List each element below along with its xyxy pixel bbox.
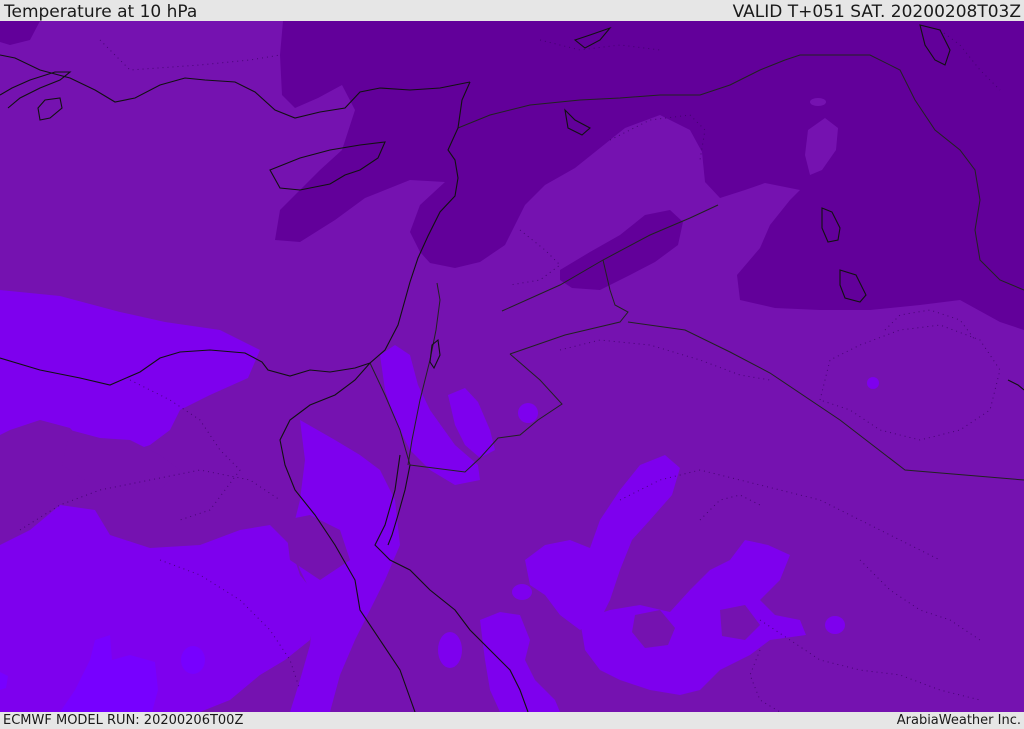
warm-spot-5 <box>825 616 845 634</box>
warm-spot-6 <box>867 377 879 389</box>
brand-label: ArabiaWeather Inc. <box>896 713 1021 728</box>
warm-spot <box>810 98 826 106</box>
header-bar: Temperature at 10 hPa VALID T+051 SAT. 2… <box>0 0 1024 21</box>
model-run: ECMWF MODEL RUN: 20200206T00Z <box>3 713 244 728</box>
warm-spot-2 <box>518 403 538 423</box>
map-canvas <box>0 21 1024 712</box>
map-title: Temperature at 10 hPa <box>4 2 198 22</box>
warm-spot-4 <box>512 584 532 600</box>
weather-map[interactable] <box>0 21 1024 712</box>
warmest-blob-2 <box>181 646 205 674</box>
valid-time: VALID T+051 SAT. 20200208T03Z <box>732 2 1021 22</box>
warm-spot-3 <box>438 632 462 668</box>
footer-bar: ECMWF MODEL RUN: 20200206T00Z ArabiaWeat… <box>0 712 1024 729</box>
